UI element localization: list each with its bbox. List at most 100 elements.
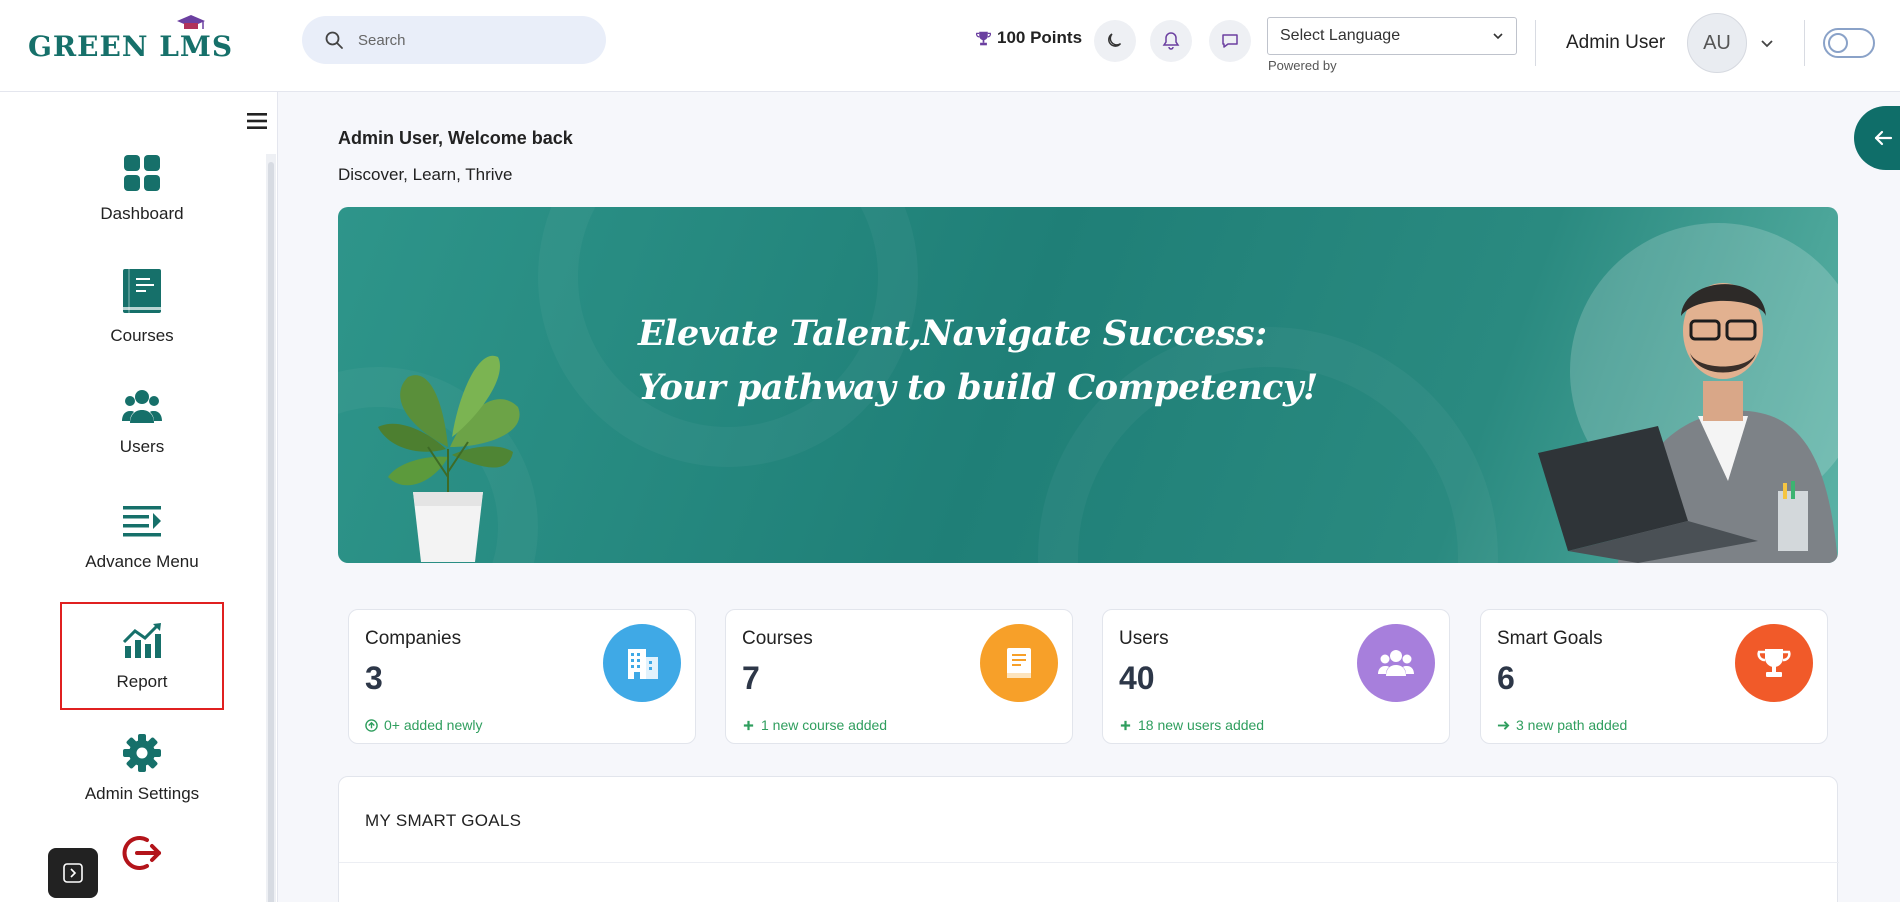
stat-card-users[interactable]: Users 40 18 new users added (1102, 609, 1450, 744)
points-text: 100 Points (997, 28, 1083, 47)
sidebar-scrollbar[interactable] (266, 154, 276, 902)
book-icon (1007, 648, 1031, 678)
avatar-initials: AU (1703, 31, 1731, 54)
users-icon (1378, 650, 1414, 676)
scrollbar-thumb[interactable] (268, 162, 274, 902)
points-display: 100 Points (975, 28, 1082, 48)
messages-button[interactable] (1209, 20, 1251, 62)
stat-icon-circle (1357, 624, 1435, 702)
logo-text-end: MS (179, 29, 234, 63)
stat-note-text: 3 new path added (1516, 717, 1628, 733)
arrow-left-icon (1874, 130, 1893, 146)
sidebar-item-advance-menu[interactable]: Advance Menu (60, 482, 224, 590)
stat-note: 18 new users added (1119, 717, 1264, 733)
building-icon (628, 649, 658, 679)
businessman-laptop-illustration (1538, 223, 1838, 563)
stat-card-courses[interactable]: Courses 7 1 new course added (725, 609, 1073, 744)
stat-note: 1 new course added (742, 717, 887, 733)
language-select[interactable]: Select Language (1267, 17, 1517, 55)
arrow-up-circle-icon (365, 718, 378, 732)
sidebar-item-label: Advance Menu (85, 552, 199, 571)
header-divider (1804, 20, 1805, 66)
gear-icon (123, 734, 161, 772)
sidebar-item-report[interactable]: Report (60, 602, 224, 710)
theme-toggle[interactable] (1823, 28, 1875, 58)
powered-by-label: Powered by (1268, 58, 1337, 73)
sidebar-item-label: Report (116, 672, 168, 691)
plus-icon (743, 720, 754, 730)
trophy-icon (1757, 649, 1791, 677)
search-bar[interactable] (302, 16, 606, 64)
banner-headline: Elevate Talent,Navigate Success: Your pa… (638, 307, 1318, 415)
stat-icon-circle (603, 624, 681, 702)
smart-goals-title: MY SMART GOALS (365, 811, 522, 830)
stat-value: 6 (1497, 660, 1515, 696)
sidebar-item-courses[interactable]: Courses (60, 252, 224, 360)
user-name[interactable]: Admin User (1566, 32, 1665, 54)
chat-icon (1222, 34, 1238, 48)
stat-value: 40 (1119, 660, 1155, 696)
sidebar-item-users[interactable]: Users (60, 367, 224, 475)
sidebar-item-label: Dashboard (100, 204, 184, 223)
sidebar: Dashboard Courses Users Advance Menu Rep… (0, 92, 278, 902)
sidebar-item-dashboard[interactable]: Dashboard (60, 134, 224, 242)
banner-line-2: Your pathway to build Competency! (638, 367, 1318, 408)
moon-icon (1108, 33, 1122, 47)
smart-goals-panel: MY SMART GOALS (338, 776, 1839, 902)
advance-menu-icon (123, 506, 161, 537)
sidebar-item-label: Admin Settings (84, 784, 200, 803)
chevron-down-icon (1493, 33, 1503, 40)
stat-icon-circle (1735, 624, 1813, 702)
toggle-knob (1828, 33, 1848, 53)
trophy-icon (975, 31, 992, 45)
graduation-cap-icon (176, 14, 205, 29)
stat-title: Users (1119, 628, 1169, 649)
tagline: Discover, Learn, Thrive (338, 165, 513, 184)
stat-title: Smart Goals (1497, 628, 1603, 649)
stat-note: 0+ added newly (365, 717, 482, 733)
top-header: GREEN L MS 100 Points Select Language Po… (0, 0, 1900, 92)
avatar[interactable]: AU (1687, 13, 1747, 73)
plus-icon (1120, 720, 1131, 730)
logo-text-start: GREEN L (28, 29, 180, 63)
stat-title: Courses (742, 628, 813, 649)
stat-card-smart-goals[interactable]: Smart Goals 6 3 new path added (1480, 609, 1828, 744)
expand-icon (63, 863, 83, 883)
report-chart-icon (122, 623, 161, 658)
sidebar-item-admin-settings[interactable]: Admin Settings (60, 714, 224, 822)
search-input[interactable] (358, 31, 578, 49)
logo[interactable]: GREEN L MS (28, 14, 234, 66)
logout-icon (122, 836, 161, 870)
stat-note: 3 new path added (1497, 717, 1627, 733)
side-panel-toggle[interactable] (1854, 106, 1900, 170)
welcome-heading: Admin User, Welcome back (338, 128, 573, 148)
language-select-value: Select Language (1280, 27, 1401, 44)
book-icon (123, 269, 161, 313)
sidebar-item-label: Users (119, 437, 165, 456)
divider (339, 862, 1839, 863)
stat-note-text: 0+ added newly (384, 717, 483, 733)
stat-note-text: 18 new users added (1138, 717, 1265, 733)
hamburger-menu-icon[interactable] (247, 112, 267, 130)
bell-icon (1162, 32, 1180, 50)
stat-value: 3 (365, 660, 383, 696)
search-icon (325, 31, 343, 49)
stat-card-companies[interactable]: Companies 3 0+ added newly (348, 609, 696, 744)
dark-mode-button[interactable] (1094, 20, 1136, 62)
chevron-down-icon[interactable] (1760, 36, 1774, 50)
notifications-button[interactable] (1150, 20, 1192, 62)
stat-icon-circle (980, 624, 1058, 702)
banner-line-1: Elevate Talent,Navigate Success: (638, 313, 1267, 354)
arrow-right-icon (1497, 720, 1510, 730)
users-icon (122, 390, 162, 423)
stat-value: 7 (742, 660, 760, 696)
sidebar-item-label: Courses (110, 326, 174, 345)
logo-cap: MS (176, 14, 234, 63)
collapse-sidebar-button[interactable] (48, 848, 98, 898)
plant-illustration (378, 355, 520, 562)
hero-banner: Elevate Talent,Navigate Success: Your pa… (338, 207, 1838, 563)
stat-note-text: 1 new course added (761, 717, 888, 733)
dashboard-icon (124, 155, 160, 191)
stat-title: Companies (365, 628, 462, 649)
header-divider (1535, 20, 1536, 66)
